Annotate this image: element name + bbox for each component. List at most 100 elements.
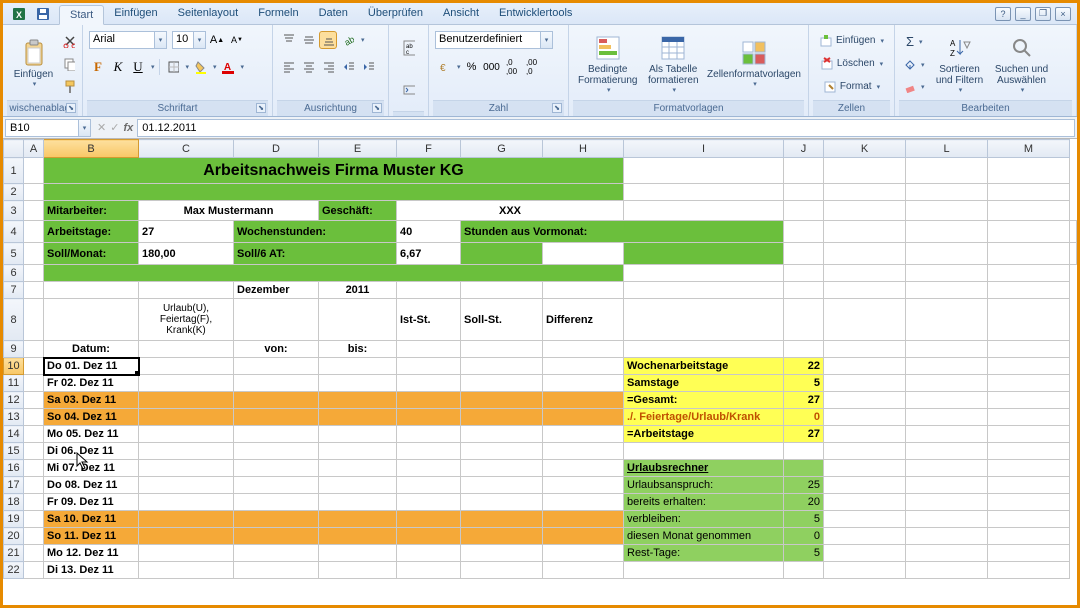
cell[interactable] — [139, 545, 234, 562]
cell[interactable] — [988, 201, 1070, 221]
cell[interactable]: Stunden aus Vormonat: — [461, 221, 784, 243]
cell[interactable]: 27 — [139, 221, 234, 243]
cell[interactable] — [824, 545, 906, 562]
ribbon-tab-seitenlayout[interactable]: Seitenlayout — [168, 4, 249, 24]
cell[interactable] — [988, 477, 1070, 494]
border-icon[interactable] — [164, 58, 182, 76]
cell[interactable] — [24, 392, 44, 409]
row-header-19[interactable]: 19 — [4, 511, 24, 528]
cell[interactable]: =Arbeitstage — [624, 426, 784, 443]
cell[interactable] — [824, 477, 906, 494]
cell[interactable]: Max Mustermann — [139, 201, 319, 221]
column-header-K[interactable]: K — [824, 140, 906, 158]
cell[interactable] — [24, 243, 44, 265]
cell[interactable]: Mo 05. Dez 11 — [44, 426, 139, 443]
cell[interactable] — [24, 375, 44, 392]
cell[interactable] — [824, 426, 906, 443]
cell[interactable] — [319, 426, 397, 443]
cell[interactable] — [824, 221, 906, 243]
shrink-font-icon[interactable]: A▼ — [228, 31, 246, 49]
cell[interactable] — [319, 494, 397, 511]
cell[interactable] — [824, 511, 906, 528]
format-as-table-button[interactable]: Als Tabelle formatieren▾ — [644, 29, 702, 98]
row-header-3[interactable]: 3 — [4, 201, 24, 221]
cell[interactable] — [234, 545, 319, 562]
cell[interactable] — [543, 545, 624, 562]
cell[interactable]: 0 — [784, 528, 824, 545]
cell[interactable]: Urlaubsrechner — [624, 460, 784, 477]
cell[interactable] — [988, 511, 1070, 528]
cell[interactable] — [824, 443, 906, 460]
cell[interactable] — [906, 158, 988, 184]
cell[interactable] — [906, 358, 988, 375]
cell[interactable] — [543, 460, 624, 477]
cell[interactable] — [319, 299, 397, 341]
cell[interactable] — [24, 282, 44, 299]
cell[interactable] — [139, 282, 234, 299]
ribbon-tab-ansicht[interactable]: Ansicht — [433, 4, 489, 24]
delete-cells-button[interactable]: Löschen▾ — [815, 55, 888, 73]
cell[interactable]: Differenz — [543, 299, 624, 341]
cell[interactable]: Fr 02. Dez 11 — [44, 375, 139, 392]
name-box[interactable]: B10▾ — [5, 119, 91, 137]
cell[interactable] — [543, 243, 624, 265]
copy-icon[interactable] — [60, 55, 78, 73]
ribbon-tab-daten[interactable]: Daten — [309, 4, 358, 24]
cell[interactable] — [139, 528, 234, 545]
column-header-A[interactable]: A — [24, 140, 44, 158]
cell[interactable] — [988, 358, 1070, 375]
column-header-H[interactable]: H — [543, 140, 624, 158]
minimize-icon[interactable]: _ — [1015, 7, 1031, 21]
cell[interactable] — [319, 409, 397, 426]
format-painter-icon[interactable] — [60, 78, 78, 96]
dialog-launcher-icon[interactable]: ⬊ — [552, 103, 562, 113]
align-middle-icon[interactable] — [299, 31, 317, 49]
cell[interactable] — [988, 221, 1070, 243]
cell[interactable] — [906, 299, 988, 341]
cell[interactable] — [44, 265, 624, 282]
clear-button[interactable]: ▾ — [901, 79, 928, 95]
column-header-D[interactable]: D — [234, 140, 319, 158]
cell[interactable] — [319, 562, 397, 579]
cell[interactable] — [906, 545, 988, 562]
cell[interactable]: Sa 03. Dez 11 — [44, 392, 139, 409]
cell[interactable] — [543, 426, 624, 443]
cell[interactable]: von: — [234, 341, 319, 358]
row-header-5[interactable]: 5 — [4, 243, 24, 265]
cell[interactable] — [24, 358, 44, 375]
accounting-icon[interactable]: € — [435, 58, 453, 76]
cell[interactable] — [906, 477, 988, 494]
cell[interactable] — [24, 341, 44, 358]
cell[interactable] — [44, 299, 139, 341]
cell[interactable] — [543, 494, 624, 511]
cell[interactable]: ./. Feiertage/Urlaub/Krank — [624, 409, 784, 426]
cell[interactable]: verbleiben: — [624, 511, 784, 528]
dialog-launcher-icon[interactable]: ⬊ — [372, 103, 382, 113]
cell[interactable] — [543, 443, 624, 460]
cell[interactable] — [461, 511, 543, 528]
cell[interactable]: diesen Monat genommen — [624, 528, 784, 545]
column-header-M[interactable]: M — [988, 140, 1070, 158]
column-header-E[interactable]: E — [319, 140, 397, 158]
cell[interactable] — [461, 341, 543, 358]
formula-input[interactable]: 01.12.2011 — [137, 119, 1075, 137]
cell[interactable] — [397, 511, 461, 528]
cell[interactable] — [824, 528, 906, 545]
cell[interactable] — [234, 426, 319, 443]
cell[interactable] — [784, 184, 824, 201]
cell[interactable] — [24, 443, 44, 460]
align-top-icon[interactable] — [279, 31, 297, 49]
cell[interactable] — [624, 184, 784, 201]
cell[interactable]: Fr 09. Dez 11 — [44, 494, 139, 511]
cell[interactable]: Datum: — [44, 341, 139, 358]
font-size-combo[interactable]: 10▾ — [172, 31, 206, 49]
cell[interactable] — [906, 409, 988, 426]
cell[interactable]: Di 06. Dez 11 — [44, 443, 139, 460]
cell[interactable] — [234, 409, 319, 426]
cell[interactable] — [624, 158, 784, 184]
row-header-2[interactable]: 2 — [4, 184, 24, 201]
cell[interactable]: 22 — [784, 358, 824, 375]
cell[interactable] — [139, 443, 234, 460]
increase-decimal-icon[interactable]: ,0,00 — [503, 58, 521, 76]
cell[interactable] — [139, 460, 234, 477]
